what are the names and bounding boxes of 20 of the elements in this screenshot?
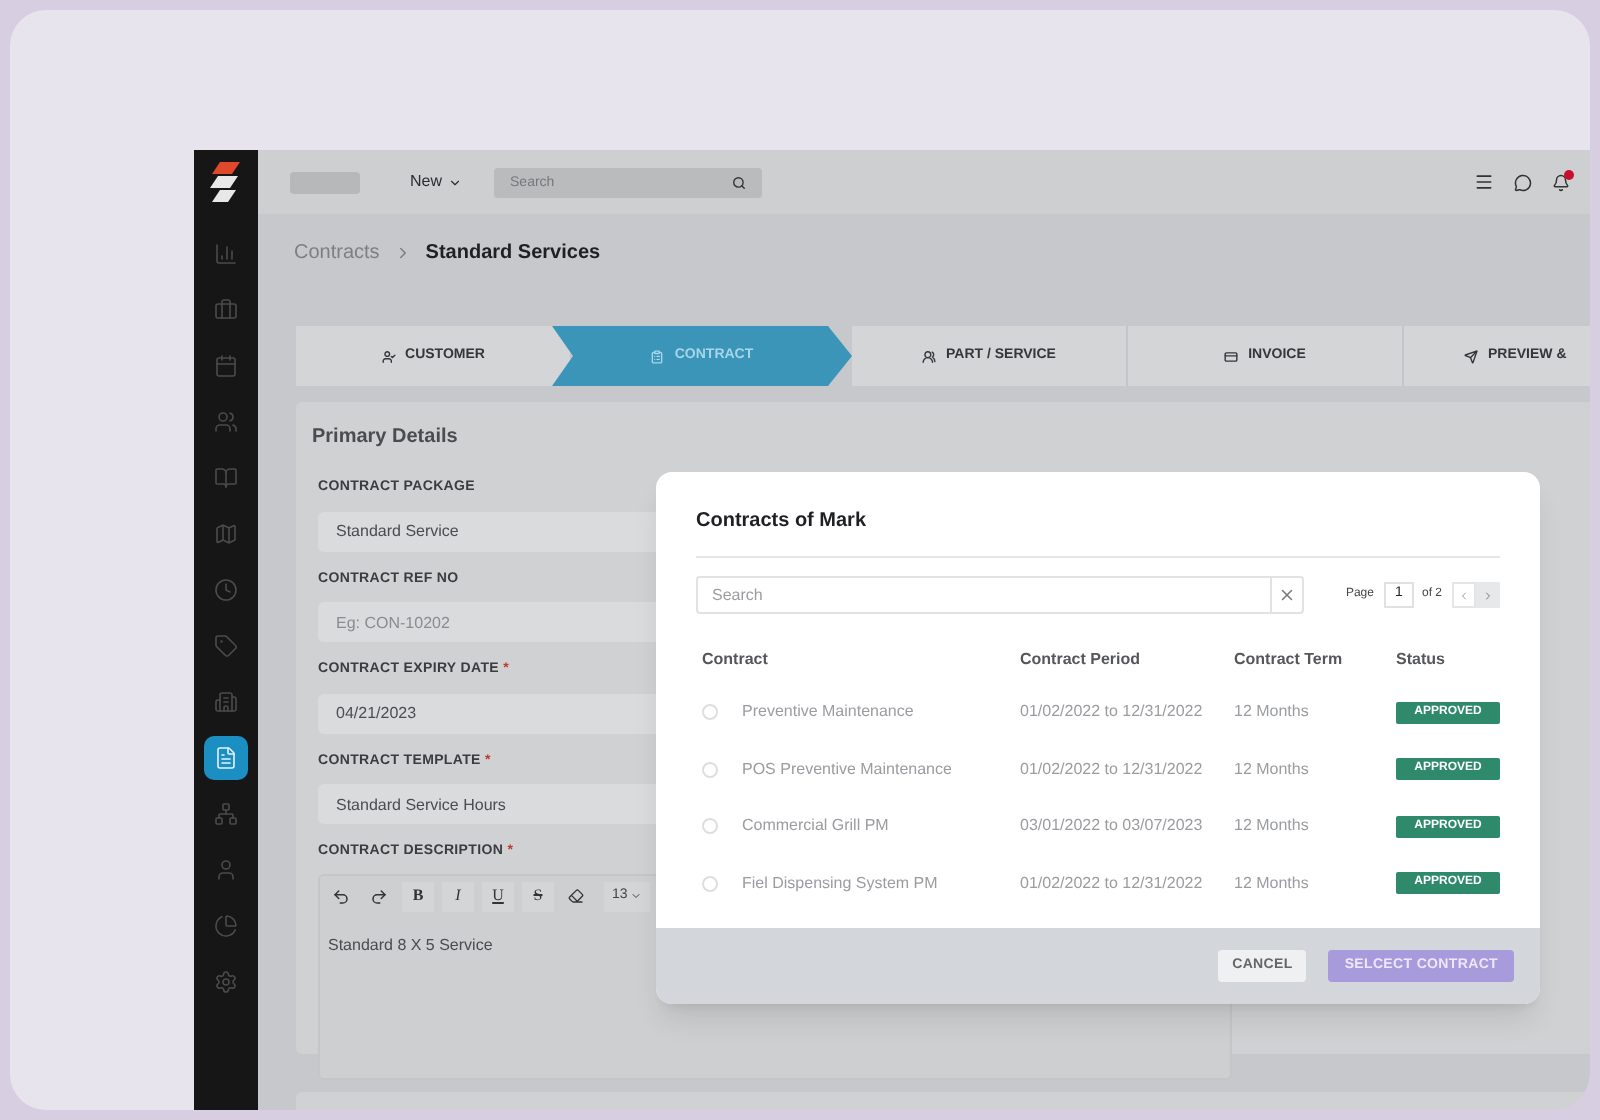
contract-name: Commercial Grill PM (742, 814, 889, 839)
contract-name: Fiel Dispensing System PM (742, 871, 938, 896)
column-header: Status (1396, 648, 1447, 672)
contract-term: 12 Months (1234, 871, 1311, 896)
modal-title: Contracts of Mark (696, 506, 1500, 558)
contract-name: Preventive Maintenance (742, 700, 914, 725)
contract-name: POS Preventive Maintenance (742, 757, 952, 782)
column-header: Contract Term (1234, 648, 1345, 672)
column-header: Contract Period (1020, 648, 1143, 672)
contract-period: 01/02/2022 to 12/31/2022 (1020, 757, 1205, 782)
contract-term: 12 Months (1234, 814, 1311, 839)
editor-text: Standard 8 X 5 Service (326, 933, 495, 957)
contract-period: 01/02/2022 to 12/31/2022 (1020, 700, 1205, 725)
contract-period: 03/01/2022 to 03/07/2023 (1020, 814, 1205, 839)
column-header: Contract (702, 648, 770, 672)
breadcrumb-current: Standard Services (425, 239, 601, 267)
contract-term: 12 Months (1234, 700, 1311, 725)
contract-term: 12 Months (1234, 757, 1311, 782)
section-title: Primary Details (312, 424, 460, 452)
contract-period: 01/02/2022 to 12/31/2022 (1020, 871, 1205, 896)
